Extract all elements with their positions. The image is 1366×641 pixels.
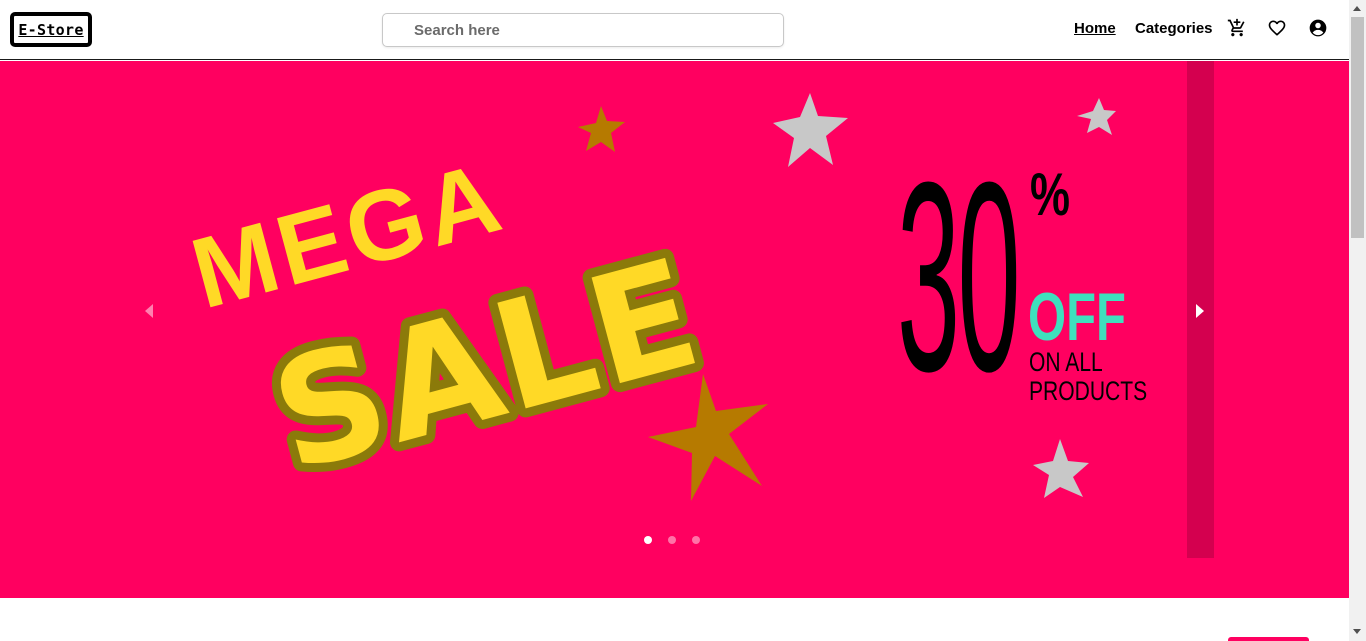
carousel-dot-3[interactable] (692, 536, 700, 544)
navbar: E-Store Home Categories (0, 0, 1349, 60)
chevron-right-icon (1196, 304, 1204, 318)
vertical-scrollbar[interactable] (1349, 0, 1366, 641)
cart-icon[interactable] (1226, 17, 1248, 39)
discount-percent: % (1030, 161, 1071, 228)
chevron-left-icon (145, 304, 153, 318)
page: E-Store Home Categories (0, 0, 1366, 641)
scroll-down-arrow-icon[interactable] (1353, 629, 1361, 634)
star-silver-small (1077, 98, 1116, 135)
search-input[interactable] (383, 14, 783, 46)
logo-text: E-Store (18, 20, 84, 39)
search-box (382, 13, 784, 47)
star-silver-large (773, 93, 848, 167)
discount-subtext: ON ALL PRODUCTS (1029, 348, 1147, 406)
nav-categories-link[interactable]: Categories (1135, 20, 1213, 37)
discount-subtext-line1: ON ALL (1029, 347, 1103, 377)
carousel-dot-2[interactable] (668, 536, 676, 544)
carousel-indicators (644, 536, 700, 544)
scrollbar-thumb[interactable] (1351, 17, 1364, 238)
nav-home-link[interactable]: Home (1074, 20, 1116, 37)
discount-off: OFF (1028, 279, 1126, 355)
star-gold-small (578, 106, 625, 152)
partial-element-below (1228, 637, 1309, 641)
discount-subtext-line2: PRODUCTS (1029, 376, 1148, 406)
carousel-next-button[interactable] (1190, 299, 1210, 323)
discount-number: 30 (897, 127, 1021, 428)
carousel-prev-button[interactable] (140, 299, 160, 323)
banner-graphic: MEGA SALE SALE (181, 93, 1116, 515)
heart-icon[interactable] (1266, 17, 1288, 39)
hero-banner: MEGA SALE SALE 30 % OFF ON ALL PRODUCTS (0, 61, 1349, 598)
account-icon[interactable] (1307, 17, 1329, 39)
star-silver-bottom (1033, 439, 1089, 498)
logo[interactable]: E-Store (10, 12, 92, 47)
scroll-up-arrow-icon[interactable] (1353, 6, 1361, 11)
carousel-dot-1[interactable] (644, 536, 652, 544)
